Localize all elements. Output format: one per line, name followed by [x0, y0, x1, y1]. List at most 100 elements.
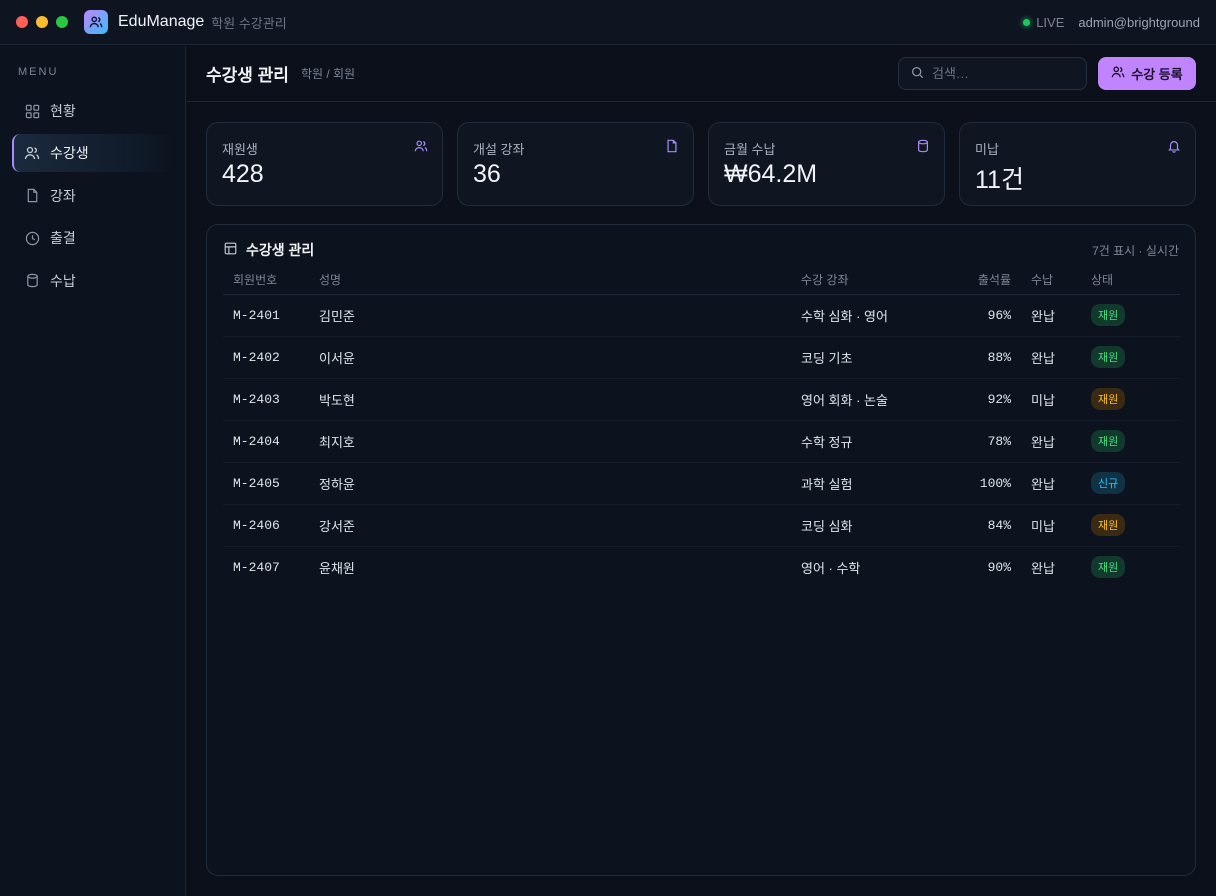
breadcrumb[interactable]: 학원 / 회원 [301, 65, 355, 82]
page-header: 수강생 관리 학원 / 회원 수강 등록 [187, 46, 1216, 102]
cell-payment: 완납 [1031, 560, 1055, 576]
cell-payment: 완납 [1011, 294, 1091, 337]
stat-card-courses: 개설 강좌 36 [457, 122, 694, 206]
file-icon [24, 188, 40, 204]
table-header-row: 회원번호 성명 수강 강좌 출석률 수납 상태 [223, 265, 1180, 295]
users-icon [414, 139, 428, 153]
app-logo-icon [84, 10, 108, 34]
maximize-window-button[interactable] [56, 16, 68, 28]
sidebar-item-attendance[interactable]: 출결 [12, 219, 174, 257]
sidebar: MENU 현황 수강생 강좌 출결 수납 [0, 46, 186, 896]
column-header-status[interactable]: 상태 [1091, 265, 1180, 295]
status-badge: 재원 [1091, 556, 1126, 579]
live-indicator: LIVE [1023, 15, 1064, 30]
search-box[interactable] [898, 57, 1087, 90]
cell-course: 과학 실험 [801, 462, 951, 505]
status-badge: 재원 [1091, 346, 1126, 368]
cell-name: 김민준 [319, 294, 801, 337]
cell-name: 박도현 [319, 378, 801, 421]
window-controls [16, 16, 68, 28]
cell-status: 신규 [1091, 462, 1180, 505]
column-header-id[interactable]: 회원번호 [223, 265, 319, 295]
live-dot-icon [1023, 18, 1031, 26]
table-title: 수강생 관리 [246, 242, 315, 258]
column-header-payment[interactable]: 수납 [1011, 265, 1091, 295]
status-badge: 재원 [1091, 514, 1126, 536]
cell-name: 윤채원 [319, 560, 355, 576]
minimize-window-button[interactable] [36, 16, 48, 28]
status-badge: 신규 [1091, 472, 1126, 494]
file-icon [665, 139, 679, 153]
table-card-header: 수강생 관리 [224, 240, 314, 260]
close-window-button[interactable] [16, 16, 28, 28]
cell-attendance: 90% [987, 559, 1011, 575]
sidebar-item-students[interactable]: 수강생 [12, 134, 174, 173]
table-row[interactable]: M-2404 최지호 수학 정규 78% 완납 재원 [223, 420, 1180, 463]
add-enrollment-button[interactable]: 수강 등록 [1098, 57, 1196, 90]
add-button-label: 수강 등록 [1131, 67, 1183, 82]
cell-payment: 완납 [1011, 462, 1091, 505]
cell-attendance: 84% [951, 504, 1011, 547]
cell-name: 정하윤 [319, 462, 801, 505]
cell-course: 코딩 심화 [801, 504, 951, 547]
app-name: EduManage [118, 13, 205, 30]
sidebar-item-payments[interactable]: 수납 [12, 262, 174, 300]
cell-member-id: M-2404 [223, 420, 319, 463]
column-header-course[interactable]: 수강 강좌 [801, 265, 951, 295]
page-title: 수강생 관리 [206, 66, 289, 85]
main-content: 수강생 관리 학원 / 회원 수강 등록 재원생 428 [187, 46, 1216, 896]
user-account[interactable]: admin@brightground [1078, 15, 1200, 30]
stat-label: 재원생 [222, 142, 258, 157]
grid-icon [24, 103, 40, 119]
clock-icon [24, 230, 40, 246]
stat-card-revenue: 금월 수납 ₩64.2M [708, 122, 945, 206]
column-header-name[interactable]: 성명 [319, 265, 801, 295]
table-icon [224, 242, 237, 258]
sidebar-item-courses[interactable]: 강좌 [12, 177, 174, 215]
table-row[interactable]: M-2406 강서준 코딩 심화 84% 미납 재원 [223, 504, 1180, 547]
database-icon [24, 273, 40, 289]
sidebar-item-label: 출결 [50, 230, 76, 247]
cell-attendance: 100% [951, 462, 1011, 505]
cell-course: 영어 회화 · 논술 [801, 378, 951, 421]
stat-card-unpaid: 미납 11건 [959, 122, 1196, 206]
stats-row: 재원생 428 개설 강좌 36 금월 수납 ₩64.2M 미납 11건 [206, 122, 1196, 206]
sidebar-item-dashboard[interactable]: 현황 [12, 92, 174, 130]
cell-member-id: M-2405 [223, 462, 319, 505]
cell-status: 재원 [1091, 336, 1180, 379]
stat-label: 개설 강좌 [473, 142, 525, 157]
stat-value: 36 [473, 160, 501, 188]
stat-value: 428 [222, 160, 264, 188]
cell-member-id: M-2406 [223, 504, 319, 547]
cell-course: 수학 심화 · 영어 [801, 294, 951, 337]
cell-name: 강서준 [319, 504, 801, 547]
cell-member-id: M-2403 [223, 378, 319, 421]
sidebar-item-label: 수강생 [50, 145, 89, 162]
cell-name: 최지호 [319, 420, 801, 463]
table-row[interactable]: M-2405 정하윤 과학 실험 100% 완납 신규 [223, 462, 1180, 505]
cell-course: 수학 정규 [801, 420, 951, 463]
students-table-card: 수강생 관리 7건 표시 · 실시간 회원번호 성명 수강 강좌 출석률 수납 … [206, 224, 1196, 876]
table-row[interactable]: M-2407 윤채원 영어 · 수학 90% 완납 재원 [223, 546, 1180, 588]
sidebar-item-label: 강좌 [50, 187, 76, 204]
cell-course: 영어 · 수학 [801, 560, 861, 576]
status-badge: 재원 [1091, 430, 1126, 452]
cell-payment: 완납 [1011, 420, 1091, 463]
sidebar-item-label: 현황 [50, 103, 76, 119]
live-label: LIVE [1036, 14, 1065, 30]
stat-value: ₩64.2M [724, 160, 818, 188]
table-row[interactable]: M-2401 김민준 수학 심화 · 영어 96% 완납 재원 [223, 294, 1180, 337]
table-row[interactable]: M-2402 이서윤 코딩 기초 88% 완납 재원 [223, 336, 1180, 379]
cell-attendance: 92% [951, 378, 1011, 421]
table-row[interactable]: M-2403 박도현 영어 회화 · 논술 92% 미납 재원 [223, 378, 1180, 421]
cell-status: 재원 [1091, 504, 1180, 547]
cell-status: 재원 [1091, 378, 1180, 421]
user-plus-icon [1111, 65, 1125, 82]
stat-label: 금월 수납 [724, 142, 776, 157]
column-header-attendance[interactable]: 출석률 [951, 265, 1011, 295]
search-input[interactable] [932, 66, 1072, 81]
cell-attendance: 78% [951, 420, 1011, 463]
cell-attendance: 96% [951, 294, 1011, 337]
search-icon [911, 66, 924, 82]
status-badge: 재원 [1091, 304, 1126, 326]
